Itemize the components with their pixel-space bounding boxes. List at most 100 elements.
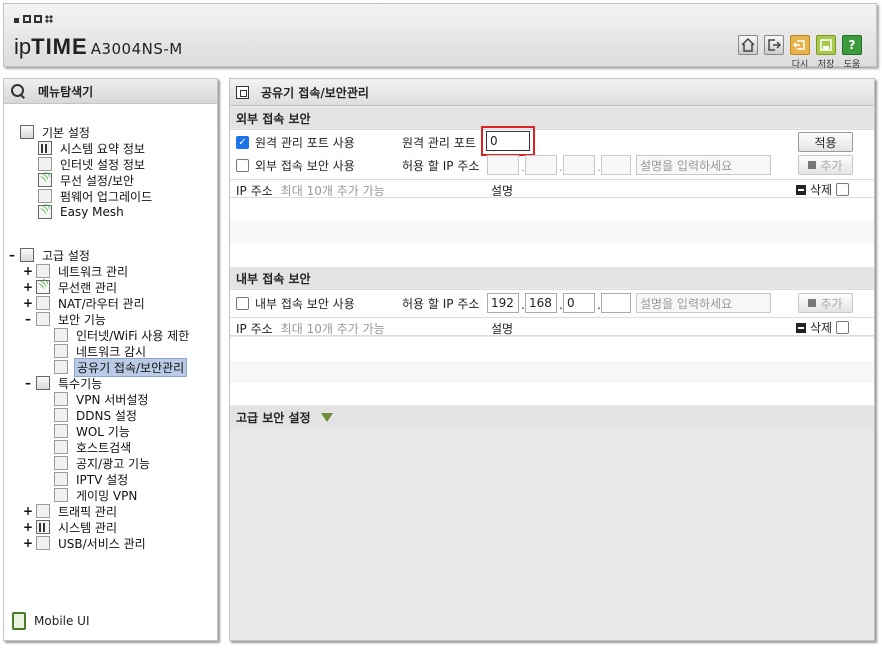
tree-item-system-summary[interactable]: 시스템 요약 정보 bbox=[38, 140, 147, 156]
section-title: 내부 접속 보안 bbox=[236, 271, 311, 286]
tree-item-easy-mesh[interactable]: Easy Mesh bbox=[38, 204, 126, 220]
page-icon bbox=[54, 424, 68, 438]
tree-item-gaming-vpn[interactable]: 게이밍 VPN bbox=[54, 487, 139, 503]
tree-item-vpn[interactable]: VPN 서버설정 bbox=[54, 391, 150, 407]
mobile-ui-link[interactable]: Mobile UI bbox=[12, 612, 90, 630]
delete-all-control[interactable]: 삭제 bbox=[796, 181, 855, 198]
description-input[interactable]: 설명을 입력하세요 bbox=[636, 293, 771, 313]
tree-label: 고급 설정 bbox=[42, 248, 90, 263]
tree-item-system[interactable]: + 시스템 관리 bbox=[23, 519, 119, 535]
section-title: 고급 보안 설정 bbox=[236, 410, 311, 425]
tree-label: 무선 설정/보안 bbox=[60, 173, 135, 188]
delete-all-checkbox[interactable] bbox=[836, 183, 850, 196]
tree-label: 기본 설정 bbox=[42, 125, 90, 140]
help-label: 도움 bbox=[843, 60, 861, 70]
tree-label: USB/서비스 관리 bbox=[58, 536, 146, 551]
list-col-ip-label: IP 주소 bbox=[236, 184, 273, 198]
wifi-icon bbox=[36, 280, 50, 294]
tree-label: Easy Mesh bbox=[60, 205, 124, 219]
expand-icon[interactable]: + bbox=[23, 520, 33, 534]
restart-button[interactable]: 다시 bbox=[790, 35, 810, 70]
ip-octet-2[interactable] bbox=[525, 155, 557, 175]
tree-item-security[interactable]: – 보안 기능 bbox=[23, 311, 108, 327]
save-button[interactable]: 저장 bbox=[816, 35, 836, 70]
apply-button[interactable]: 적용 bbox=[798, 132, 853, 152]
tree-item-wireless[interactable]: + 무선랜 관리 bbox=[23, 279, 119, 295]
logo-mark bbox=[14, 15, 53, 23]
section-advanced-security[interactable]: 고급 보안 설정 bbox=[230, 406, 874, 428]
add-label: 추가 bbox=[820, 296, 843, 311]
logo-square bbox=[34, 15, 42, 23]
ip-octet-4[interactable] bbox=[601, 293, 631, 313]
tree-label: WOL 기능 bbox=[76, 424, 130, 439]
lock-icon bbox=[36, 312, 50, 326]
expand-icon[interactable]: + bbox=[23, 280, 33, 294]
internal-security-checkbox[interactable] bbox=[236, 297, 249, 310]
tree-basic-settings[interactable]: 기본 설정 bbox=[20, 124, 92, 140]
router-icon bbox=[36, 296, 50, 310]
header-bar: ip TIME A3004NS-M 다시 저장 ? 도움 bbox=[3, 3, 877, 70]
collapse-icon[interactable]: – bbox=[7, 248, 17, 262]
ip-octet-3[interactable] bbox=[563, 155, 595, 175]
help-button[interactable]: ? 도움 bbox=[842, 35, 862, 70]
tree-item-notice[interactable]: 공지/광고 기능 bbox=[54, 455, 152, 471]
logout-icon bbox=[764, 35, 784, 55]
tree-label: 무선랜 관리 bbox=[58, 280, 118, 295]
list-max-note: 최대 10개 추가 가능 bbox=[280, 184, 385, 198]
tree-item-network[interactable]: + 네트워크 관리 bbox=[23, 263, 130, 279]
ip-octet-4[interactable] bbox=[601, 155, 631, 175]
tree-item-wol[interactable]: WOL 기능 bbox=[54, 423, 132, 439]
internal-security-label: 내부 접속 보안 사용 bbox=[255, 297, 355, 311]
logo-dot bbox=[14, 18, 19, 23]
folder-icon bbox=[20, 125, 34, 139]
allowed-ip-label: 허용 할 IP 주소 bbox=[402, 159, 480, 173]
external-security-checkbox[interactable] bbox=[236, 159, 249, 172]
tree-item-nat[interactable]: + NAT/라우터 관리 bbox=[23, 295, 147, 311]
tree-item-iptv[interactable]: IPTV 설정 bbox=[54, 471, 130, 487]
home-button[interactable] bbox=[738, 35, 758, 57]
menu-explorer-title: 메뉴탐색기 bbox=[38, 84, 94, 99]
ip-octet-1[interactable]: 192 bbox=[487, 293, 519, 313]
page-title: 공유기 접속/보안관리 bbox=[261, 85, 369, 100]
list-col-ip: IP 주소 최대 10개 추가 가능 bbox=[236, 320, 385, 337]
ip-octet-1[interactable] bbox=[487, 155, 519, 175]
page-icon bbox=[54, 472, 68, 486]
tree-item-host-search[interactable]: 호스트검색 bbox=[54, 439, 133, 455]
add-button[interactable]: 추가 bbox=[798, 155, 853, 175]
tree-item-special[interactable]: – 특수기능 bbox=[23, 375, 104, 391]
port-label: 원격 관리 포트 bbox=[402, 136, 476, 150]
expand-icon[interactable]: + bbox=[23, 264, 33, 278]
internal-security-toggle[interactable]: 내부 접속 보안 사용 bbox=[236, 295, 355, 312]
tree-item-firmware-upgrade[interactable]: 펌웨어 업그레이드 bbox=[38, 188, 154, 204]
expand-icon[interactable]: + bbox=[23, 504, 33, 518]
collapse-icon[interactable]: – bbox=[23, 376, 33, 390]
add-button[interactable]: 추가 bbox=[798, 293, 853, 313]
delete-all-control[interactable]: 삭제 bbox=[796, 319, 855, 336]
port-highlight: 0 bbox=[481, 126, 535, 156]
tree-item-traffic[interactable]: + 트래픽 관리 bbox=[23, 503, 119, 519]
internal-list-header: IP 주소 최대 10개 추가 가능 설명 삭제 bbox=[230, 317, 874, 336]
tree-item-internet-info[interactable]: 인터넷 설정 정보 bbox=[38, 156, 147, 172]
external-security-toggle[interactable]: 외부 접속 보안 사용 bbox=[236, 157, 355, 174]
tree-advanced-settings[interactable]: – 고급 설정 bbox=[7, 247, 92, 263]
ip-octet-2[interactable]: 168 bbox=[525, 293, 557, 313]
description-input[interactable]: 설명을 입력하세요 bbox=[636, 155, 771, 175]
expand-triangle-icon[interactable] bbox=[320, 412, 333, 422]
add-label: 추가 bbox=[820, 158, 843, 173]
expand-icon[interactable]: + bbox=[23, 296, 33, 310]
tree-item-usb[interactable]: + USB/서비스 관리 bbox=[23, 535, 148, 551]
collapse-icon[interactable]: – bbox=[23, 312, 33, 326]
tree-item-wireless-security[interactable]: 무선 설정/보안 bbox=[38, 172, 136, 188]
remote-port-input[interactable]: 0 bbox=[486, 131, 530, 151]
expand-icon[interactable]: + bbox=[23, 536, 33, 550]
ip-octet-3[interactable]: 0 bbox=[563, 293, 595, 313]
internal-settings: 내부 접속 보안 사용 허용 할 IP 주소 192 . 168 . 0 . 설… bbox=[230, 289, 874, 317]
logout-button[interactable] bbox=[764, 35, 784, 57]
tree-item-ddns[interactable]: DDNS 설정 bbox=[54, 407, 139, 423]
remote-port-toggle[interactable]: ✓ 원격 관리 포트 사용 bbox=[236, 134, 355, 151]
tree-label: VPN 서버설정 bbox=[76, 392, 149, 407]
remote-port-checkbox[interactable]: ✓ bbox=[236, 136, 249, 149]
delete-all-checkbox[interactable] bbox=[836, 321, 850, 334]
tree-item-access-limit[interactable]: 인터넷/WiFi 사용 제한 bbox=[54, 327, 191, 343]
tree-item-router-security[interactable]: 공유기 접속/보안관리 bbox=[54, 357, 188, 377]
